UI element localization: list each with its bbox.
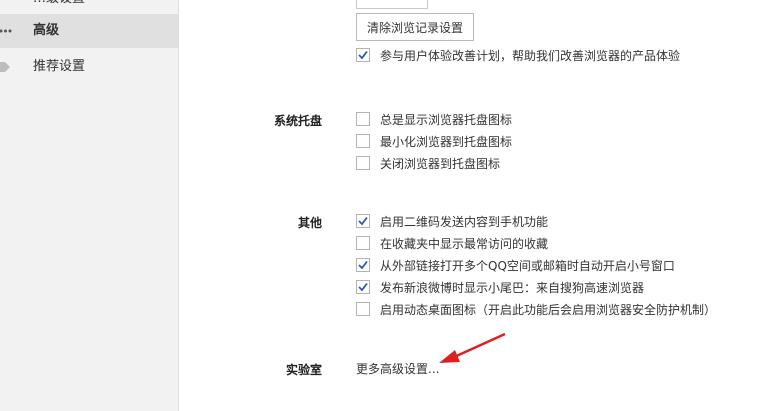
sidebar-item-recommended[interactable]: 推荐设置 [0, 50, 178, 84]
other-section-title: 其他 [297, 216, 322, 230]
other-option-label: 在收藏夹中显示最常访问的收藏 [380, 237, 549, 251]
lab-section-title: 实验室 [285, 363, 322, 377]
other-option-checkbox[interactable] [356, 280, 370, 294]
partial-button-top[interactable] [356, 0, 428, 9]
sidebar-item-label: 推荐设置 [33, 59, 86, 74]
other-option-label: 发布新浪微博时显示小尾巴：来自搜狗高速浏览器 [380, 281, 645, 295]
other-option-checkbox[interactable] [356, 214, 370, 228]
other-option-checkbox[interactable] [356, 302, 370, 316]
more-advanced-settings-link[interactable]: 更多高级设置... [356, 360, 439, 377]
checkmark-icon [358, 50, 368, 60]
tray-option-checkbox[interactable] [356, 156, 370, 170]
tray-option-label: 关闭浏览器到托盘图标 [380, 157, 501, 171]
other-option-label: 启用动态桌面图标（开启此功能后会启用浏览器安全防护机制） [380, 303, 717, 317]
settings-panel: 清除浏览记录设置 参与用户体验改善计划，帮助我们改善浏览器的产品体验 系统托盘 … [179, 0, 768, 411]
sidebar-item-advanced[interactable]: 高级 [0, 14, 178, 48]
ux-plan-label: 参与用户体验改善计划，帮助我们改善浏览器的产品体验 [380, 49, 681, 63]
tray-option-label: 总是显示浏览器托盘图标 [380, 113, 513, 127]
tray-option-checkbox[interactable] [356, 112, 370, 126]
tag-icon [0, 62, 10, 72]
sidebar: …级设置 高级 推荐设置 [0, 0, 179, 411]
sidebar-item-label: 高级 [33, 23, 60, 38]
other-option-checkbox[interactable] [356, 258, 370, 272]
other-option-label: 启用二维码发送内容到手机功能 [380, 215, 549, 229]
checkmark-icon [358, 216, 368, 226]
checkmark-icon [358, 260, 368, 270]
other-option-checkbox[interactable] [356, 236, 370, 250]
ux-plan-checkbox[interactable] [356, 48, 370, 62]
tray-option-label: 最小化浏览器到托盘图标 [380, 135, 513, 149]
other-option-label: 从外部链接打开多个QQ空间或邮箱时自动开启小号窗口 [380, 259, 675, 273]
checkmark-icon [358, 282, 368, 292]
more-dots-icon [0, 29, 12, 33]
tray-option-checkbox[interactable] [356, 134, 370, 148]
clear-history-settings-button[interactable]: 清除浏览记录设置 [356, 13, 474, 41]
tray-section-title: 系统托盘 [273, 114, 322, 128]
